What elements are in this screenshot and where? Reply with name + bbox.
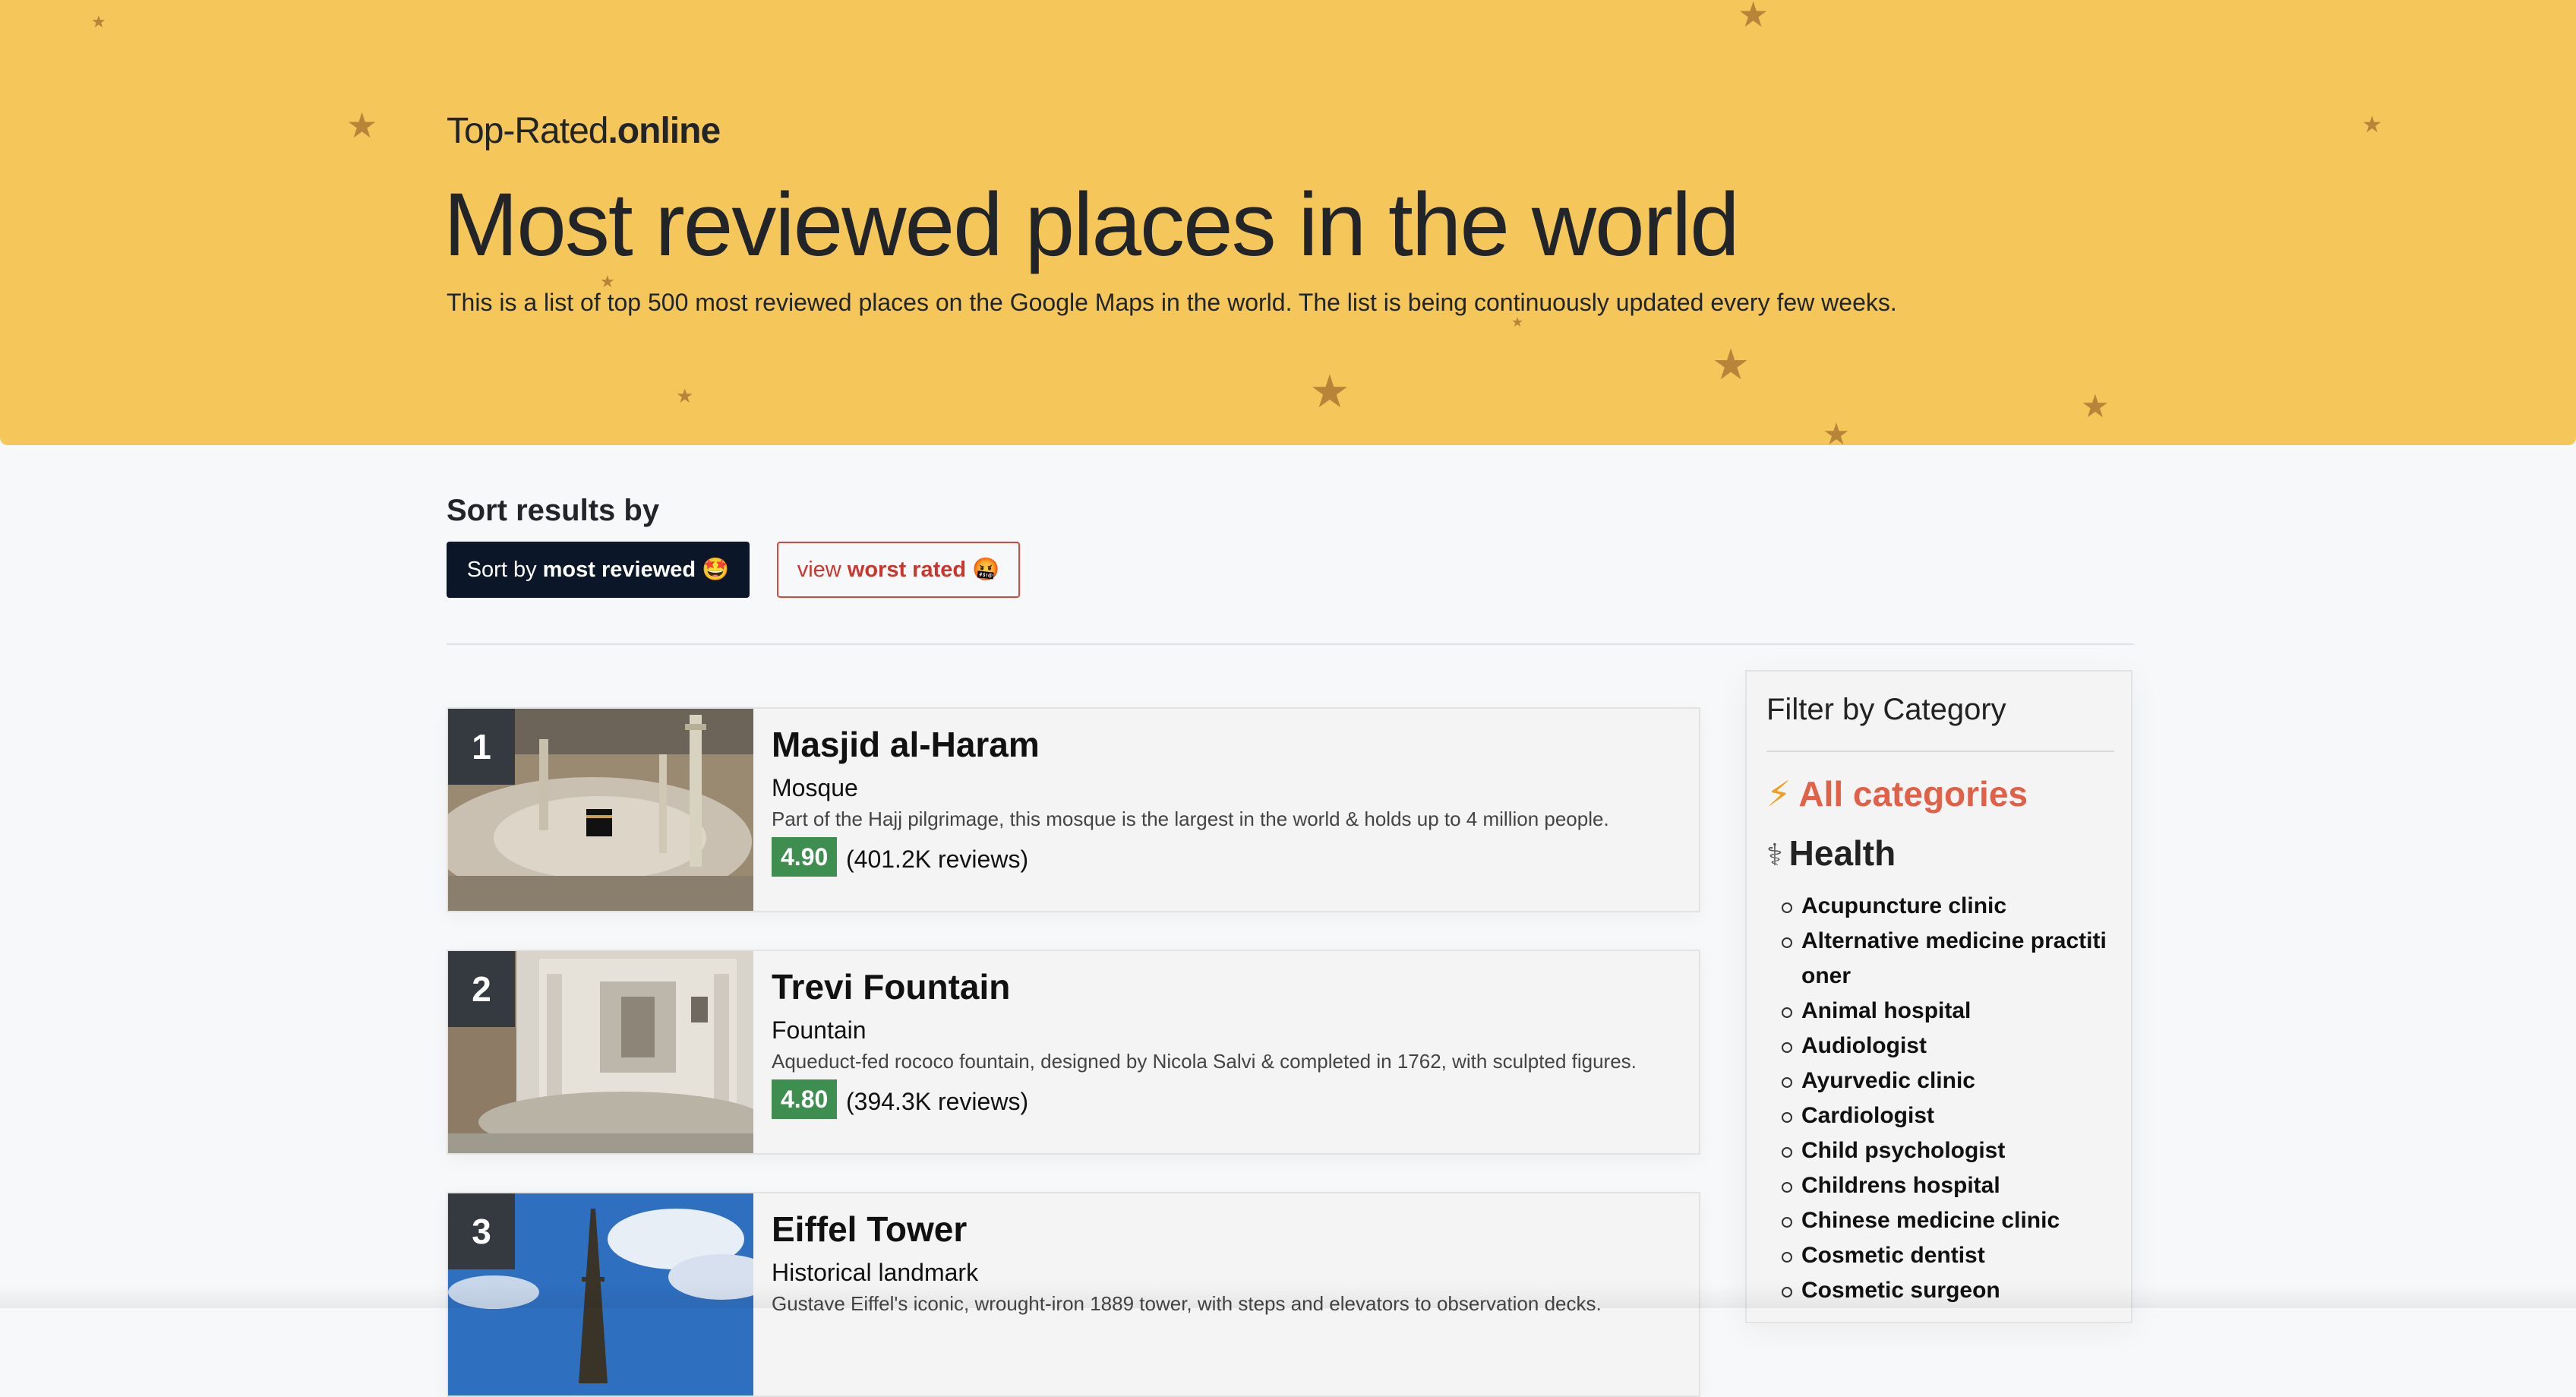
category-item[interactable]: Cardiologist — [1782, 1098, 2120, 1133]
category-item[interactable]: Cosmetic dentist — [1782, 1238, 2120, 1273]
brand-tld: .online — [608, 111, 721, 151]
place-name[interactable]: Trevi Fountain — [772, 966, 1010, 1007]
divider — [447, 643, 2134, 645]
place-photo[interactable]: 1 — [448, 709, 753, 911]
review-count: (401.2K reviews) — [846, 845, 1029, 873]
rating-badge: 4.90 — [772, 837, 838, 877]
worst-button-bold: worst rated — [847, 558, 967, 582]
category-item[interactable]: Child psychologist — [1782, 1133, 2120, 1168]
category-item[interactable]: Alternative medicine practitioner — [1782, 924, 2120, 994]
sort-button-bold: most reviewed — [542, 558, 696, 582]
category-item[interactable]: Childrens hospital — [1782, 1168, 2120, 1203]
place-category: Fountain — [772, 1016, 867, 1044]
filter-divider — [1766, 751, 2114, 752]
star-struck-emoji-icon: 🤩 — [702, 558, 730, 582]
review-count: (394.3K reviews) — [846, 1088, 1029, 1115]
category-group-label: Health — [1788, 833, 1896, 873]
filter-title: Filter by Category — [1766, 693, 2006, 726]
star-icon: ★ — [676, 384, 694, 407]
place-name[interactable]: Masjid al-Haram — [772, 724, 1040, 765]
rating-badge: 4.80 — [772, 1079, 838, 1119]
category-item[interactable]: Ayurvedic clinic — [1782, 1064, 2120, 1098]
rank-badge: 1 — [448, 709, 515, 785]
place-description: Part of the Hajj pilgrimage, this mosque… — [772, 808, 1609, 830]
worst-button-prefix: view — [797, 558, 848, 582]
health-category-list: Acupuncture clinic Alternative medicine … — [1782, 889, 2120, 1308]
place-category: Historical landmark — [772, 1259, 979, 1286]
stethoscope-icon: ⚕ — [1766, 839, 1783, 872]
star-icon: ★ — [1712, 340, 1750, 388]
star-icon: ★ — [1309, 366, 1350, 417]
site-brand[interactable]: Top-Rated.online — [447, 110, 721, 152]
star-icon: ★ — [2362, 112, 2382, 137]
all-categories-label: All categories — [1798, 774, 2028, 814]
angry-face-emoji-icon: 🤬 — [972, 558, 1000, 582]
sort-heading: Sort results by — [447, 494, 660, 527]
hero-banner: ★ ★ ★ ★ ★ ★ ★ ★ ★ ★ ★ Top-Rated.online M… — [0, 0, 2576, 445]
place-category: Mosque — [772, 774, 858, 801]
place-photo[interactable]: 2 — [448, 951, 753, 1153]
star-icon: ★ — [91, 12, 106, 31]
rank-badge: 2 — [448, 951, 515, 1027]
page-title: Most reviewed places in the world — [444, 175, 1740, 275]
filter-panel: Filter by Category ⚡ All categories ⚕ Heal… — [1745, 670, 2132, 1323]
place-description: Aqueduct-fed rococo fountain, designed b… — [772, 1050, 1637, 1073]
star-icon: ★ — [1738, 0, 1769, 34]
category-item[interactable]: Audiologist — [1782, 1029, 2120, 1064]
brand-name: Top-Rated — [447, 111, 608, 151]
page-description: This is a list of top 500 most reviewed … — [447, 289, 1897, 316]
sort-button-prefix: Sort by — [466, 558, 543, 582]
place-card[interactable]: 2 Trevi Fountain Fountain Aqueduct-fed r… — [447, 950, 1700, 1155]
star-icon: ★ — [1511, 314, 1524, 330]
star-icon: ★ — [346, 106, 378, 145]
category-group-health[interactable]: ⚕ Health — [1766, 833, 1896, 874]
category-item[interactable]: Acupuncture clinic — [1782, 889, 2120, 924]
place-name[interactable]: Eiffel Tower — [772, 1209, 967, 1250]
place-card[interactable]: 1 Masjid al-Haram Mosque Part of the Haj… — [447, 707, 1700, 912]
category-item[interactable]: Animal hospital — [1782, 994, 2120, 1029]
rank-badge: 3 — [448, 1193, 515, 1269]
sort-most-reviewed-button[interactable]: Sort by most reviewed 🤩 — [447, 542, 750, 598]
view-worst-rated-button[interactable]: view worst rated 🤬 — [777, 542, 1020, 598]
star-icon: ★ — [1823, 418, 1850, 445]
lightning-icon: ⚡ — [1766, 774, 1792, 814]
star-icon: ★ — [2081, 388, 2110, 424]
bottom-shadow — [0, 1284, 2576, 1308]
all-categories-link[interactable]: ⚡ All categories — [1766, 773, 2028, 814]
category-item[interactable]: Chinese medicine clinic — [1782, 1203, 2120, 1238]
